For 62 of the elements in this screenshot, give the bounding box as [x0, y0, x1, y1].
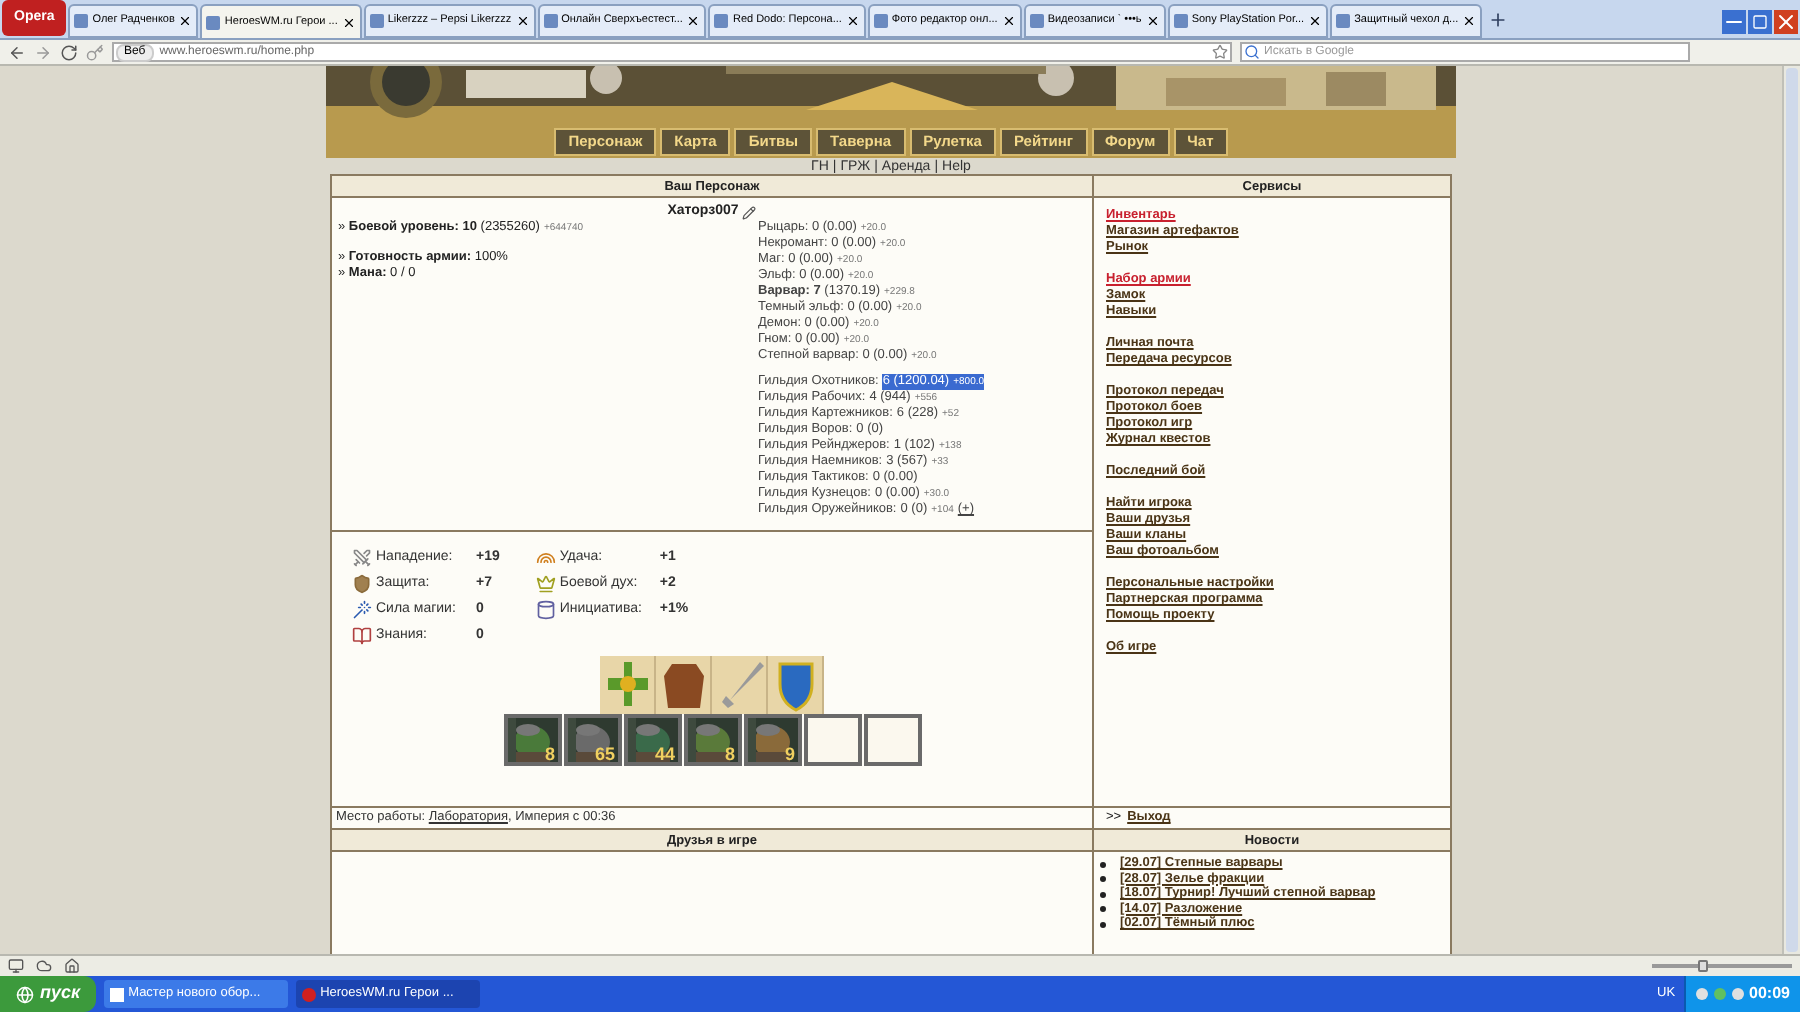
close-icon[interactable]: [686, 14, 701, 28]
clock: 00:09: [1749, 982, 1790, 1006]
amulet-icon: [608, 662, 648, 706]
bullet-icon: [1100, 876, 1106, 882]
army-slot[interactable]: 44: [623, 714, 681, 766]
crown-icon: [535, 574, 556, 594]
bullet-icon: [1100, 861, 1106, 867]
star-icon[interactable]: [1212, 44, 1228, 60]
new-tab-icon[interactable]: [1488, 10, 1509, 30]
app-icon: [110, 987, 125, 1001]
close-icon[interactable]: [1001, 14, 1016, 28]
close-icon[interactable]: [1145, 14, 1160, 28]
tab-favicon-icon: [1173, 14, 1188, 28]
army-slot[interactable]: 65: [563, 714, 621, 766]
cloud-icon[interactable]: [36, 958, 52, 974]
app-icon: [302, 987, 317, 1001]
book-icon: [352, 626, 372, 646]
vest-icon: [664, 664, 704, 708]
tab-favicon-icon: [206, 15, 221, 29]
sword-icon: [722, 662, 764, 708]
army-slot[interactable]: 8: [683, 714, 741, 766]
unit-count: 9: [784, 746, 795, 762]
tab-favicon-icon: [714, 14, 729, 28]
close-icon[interactable]: [515, 14, 530, 28]
tab-favicon-icon: [1336, 14, 1351, 28]
army-slot[interactable]: 9: [743, 714, 801, 766]
shield-icon: [778, 662, 814, 712]
bullet-icon: [1100, 906, 1106, 912]
artifact-slot[interactable]: [768, 656, 824, 714]
tab-favicon-icon: [1029, 14, 1044, 28]
minimize-icon[interactable]: [1722, 10, 1746, 34]
close-icon[interactable]: [1462, 14, 1477, 28]
close-icon[interactable]: [341, 15, 356, 29]
army-slot[interactable]: 8: [503, 714, 561, 766]
wand-icon: [352, 600, 372, 620]
close-icon[interactable]: [845, 14, 860, 28]
unit-count: 8: [544, 746, 555, 762]
home-icon[interactable]: [64, 958, 80, 974]
tab-favicon-icon: [543, 14, 558, 28]
tab-favicon-icon: [74, 14, 89, 28]
shield-icon: [352, 574, 372, 594]
rainbow-icon: [535, 548, 556, 568]
maximize-icon[interactable]: [1748, 10, 1772, 34]
tab-favicon-icon: [369, 14, 384, 28]
zoom-slider-thumb[interactable]: [1697, 960, 1707, 972]
bullet-icon: [1100, 891, 1106, 897]
tab-favicon-icon: [873, 14, 888, 28]
unit-count: 65: [594, 746, 615, 762]
search-engine-icon[interactable]: [1244, 44, 1260, 60]
bullet-icon: [1100, 921, 1106, 927]
unit-count: 44: [654, 746, 675, 762]
start-button[interactable]: пуск: [0, 976, 97, 1012]
close-icon[interactable]: [1308, 14, 1323, 28]
pencil-icon[interactable]: [742, 205, 757, 219]
artifact-slot[interactable]: [656, 656, 712, 714]
close-icon[interactable]: [178, 14, 193, 28]
swords-icon: [352, 548, 372, 568]
reload-icon[interactable]: [60, 43, 78, 61]
panel-icon[interactable]: [8, 958, 24, 974]
back-icon[interactable]: [8, 43, 26, 61]
scrollbar[interactable]: [1782, 66, 1800, 954]
unit-count: 8: [724, 746, 735, 762]
